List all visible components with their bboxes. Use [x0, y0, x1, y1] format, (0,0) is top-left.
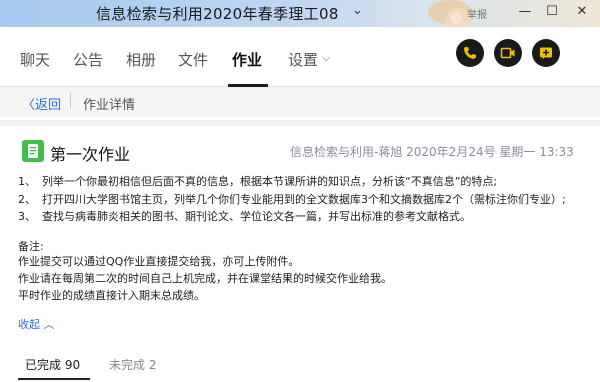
collapse-link[interactable]: 收起 ︿ [18, 316, 55, 332]
homework-document-icon [22, 140, 44, 162]
tab-announcement[interactable]: 公告 [73, 49, 103, 70]
homework-card: 第一次作业 信息检索与利用-蒋旭 2020年2月24号 星期一 13:33 1、… [8, 126, 600, 382]
close-icon[interactable]: ✕ [574, 4, 590, 20]
question-number: 3、 [18, 210, 36, 223]
breadcrumb-current: 作业详情 [83, 98, 136, 113]
note-line: 平时作业的成绩直接计入期末总成绩。 [18, 289, 205, 302]
window-titlebar: 信息检索与利用2020年春季理工08 ⌄ 举报 — ☐ ✕ [0, 0, 600, 40]
collapse-label: 收起 [18, 318, 40, 331]
window-title: 信息检索与利用2020年春季理工08 [96, 5, 339, 23]
question-number: 2、 [18, 193, 36, 206]
question-text: 列举一个你最初相信但后面不真的信息，根据本节课所讲的知识点，分析该“不真信息”的… [42, 175, 498, 188]
chevron-down-icon[interactable]: ⌄ [352, 3, 363, 18]
question-text: 打开四川大学图书馆主页，列举几个你们专业能用到的全文数据库3个和文摘数据库2个（… [42, 193, 566, 206]
tab-uncompleted[interactable]: 未完成 2 [109, 356, 156, 373]
minimize-icon[interactable]: — [517, 4, 533, 20]
homework-meta: 信息检索与利用-蒋旭 2020年2月24号 星期一 13:33 [290, 145, 574, 159]
maximize-icon[interactable]: ☐ [544, 4, 560, 20]
back-link[interactable]: 〈返回 [22, 94, 61, 113]
note-line: 作业请在每周第二次的时间自己上机完成，并在课堂结果的时候交作业给我。 [18, 272, 392, 285]
submission-status-tabs: 已完成 90 未完成 2 [8, 348, 600, 382]
chevron-down-icon[interactable]: ⌵ [322, 51, 330, 65]
chevron-up-icon: ︿ [43, 318, 55, 331]
breadcrumb-divider [70, 93, 71, 109]
add-app-button[interactable] [532, 39, 560, 67]
report-link[interactable]: 举报 [467, 6, 487, 21]
add-icon [540, 47, 552, 59]
question-item: 3、 查找与病毒肺炎相关的图书、期刊论文、学位论文各一篇，并写出标准的参考文献格式… [18, 208, 471, 224]
note-line: 作业提交可以通过QQ作业直接提交给我，亦可上传附件。 [18, 255, 300, 268]
breadcrumb: 〈返回 作业详情 [0, 87, 600, 117]
active-status-indicator [18, 378, 90, 380]
tab-settings[interactable]: 设置 [288, 49, 318, 70]
question-item: 1、 列举一个你最初相信但后面不真的信息，根据本节课所讲的知识点，分析该“不真信息… [18, 173, 497, 189]
note-heading: 备注: [18, 240, 44, 253]
tab-homework[interactable]: 作业 [232, 49, 262, 70]
phone-call-button[interactable] [456, 39, 484, 67]
group-tab-bar: 聊天 公告 相册 文件 作业 设置 ⌵ [0, 27, 600, 87]
homework-title: 第一次作业 [50, 145, 131, 164]
tab-files[interactable]: 文件 [178, 49, 208, 70]
back-label: 返回 [35, 98, 62, 113]
phone-icon [464, 47, 476, 59]
chevron-left-icon: 〈 [22, 98, 36, 113]
question-number: 1、 [18, 175, 36, 188]
video-call-icon [500, 47, 515, 59]
question-text: 查找与病毒肺炎相关的图书、期刊论文、学位论文各一篇，并写出标准的参考文献格式。 [42, 210, 471, 223]
tab-album[interactable]: 相册 [126, 49, 156, 70]
video-call-button[interactable] [494, 39, 522, 67]
question-item: 2、 打开四川大学图书馆主页，列举几个你们专业能用到的全文数据库3个和文摘数据库2… [18, 191, 566, 207]
tab-completed[interactable]: 已完成 90 [25, 356, 80, 373]
tab-chat[interactable]: 聊天 [20, 49, 50, 70]
